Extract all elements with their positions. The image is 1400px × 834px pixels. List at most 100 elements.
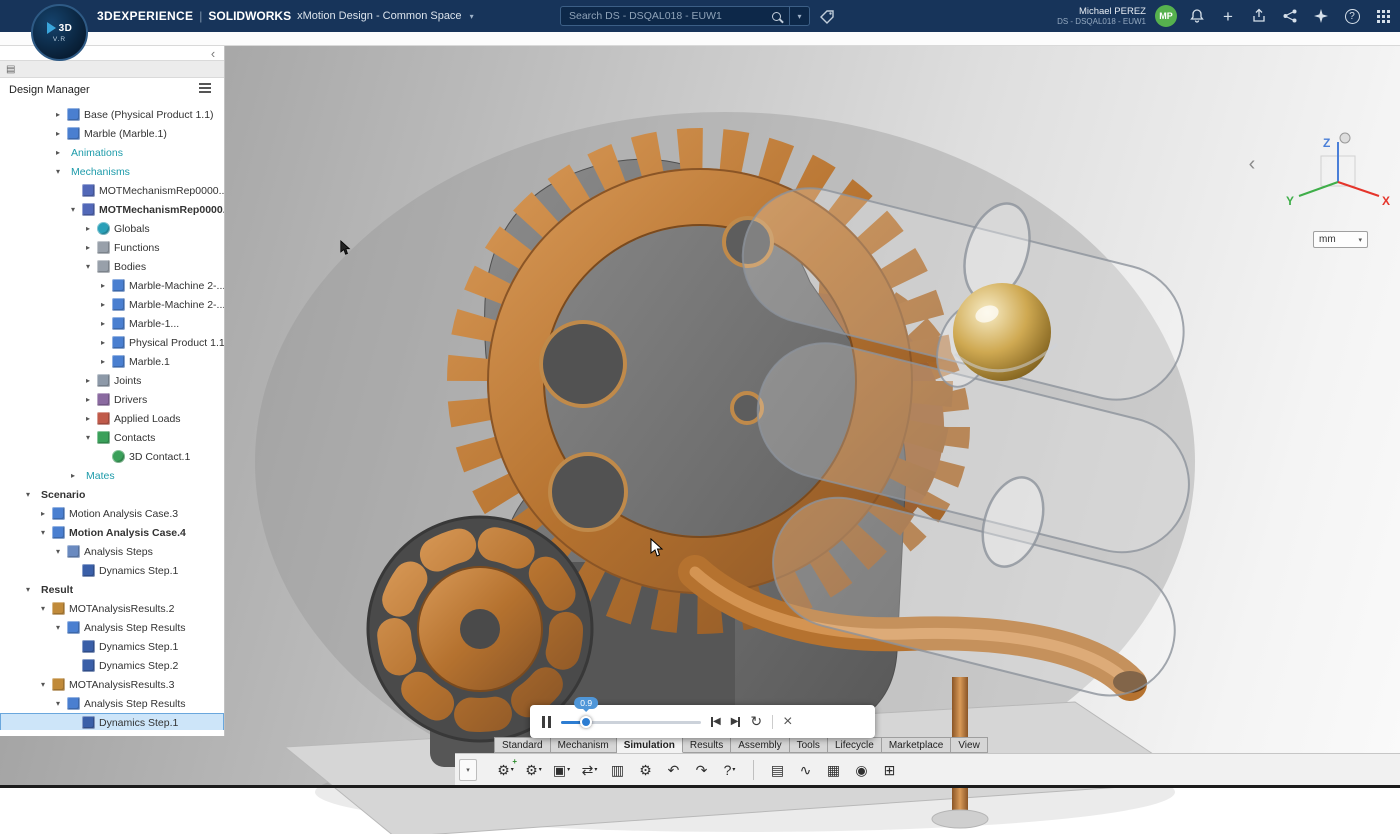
- tree-item[interactable]: Dynamics Step.1: [0, 713, 224, 730]
- tree-item[interactable]: ▾ Analysis Steps: [0, 542, 224, 561]
- app-options-button[interactable]: ⚙ ▾: [521, 757, 546, 783]
- expand-arrow[interactable]: ▾: [23, 490, 33, 499]
- tree-item[interactable]: ▸ Functions: [0, 238, 224, 257]
- expand-arrow[interactable]: ▸: [98, 319, 108, 328]
- tree-item[interactable]: 3D Contact.1: [0, 447, 224, 466]
- tag-icon[interactable]: [818, 8, 836, 24]
- tab-simulation[interactable]: Simulation: [617, 737, 683, 753]
- tree-item[interactable]: ▾ Result: [0, 580, 224, 599]
- tree-item[interactable]: Dynamics Step.2: [0, 656, 224, 675]
- expand-arrow[interactable]: ▸: [83, 414, 93, 423]
- chevron-down-icon[interactable]: ▾: [511, 766, 514, 773]
- search-options-caret[interactable]: ▾: [789, 7, 809, 25]
- expand-arrow[interactable]: ▸: [98, 357, 108, 366]
- schedule-button[interactable]: ⊞: [877, 757, 902, 783]
- plot-results-button[interactable]: ▤: [765, 757, 790, 783]
- expand-arrow[interactable]: ▾: [53, 623, 63, 632]
- tab-tools[interactable]: Tools: [790, 737, 828, 753]
- expand-arrow[interactable]: ▾: [53, 699, 63, 708]
- viewport-panel-collapse-button[interactable]: ‹: [1243, 152, 1261, 176]
- tree-item[interactable]: MOTMechanismRep0000...: [0, 181, 224, 200]
- slider-handle[interactable]: [580, 716, 592, 728]
- search-icon[interactable]: [772, 12, 781, 21]
- expand-arrow[interactable]: ▸: [98, 300, 108, 309]
- expand-arrow[interactable]: ▸: [83, 376, 93, 385]
- expand-arrow[interactable]: ▸: [98, 281, 108, 290]
- tree-item[interactable]: Dynamics Step.1: [0, 561, 224, 580]
- tree-item[interactable]: ▸ Animations: [0, 143, 224, 162]
- apps-grid-icon[interactable]: [1372, 5, 1394, 27]
- expand-arrow[interactable]: ▸: [83, 395, 93, 404]
- avatar[interactable]: MP: [1155, 5, 1177, 27]
- tree-item[interactable]: ▾ Scenario: [0, 485, 224, 504]
- tree-item[interactable]: ▸ Applied Loads: [0, 409, 224, 428]
- expand-arrow[interactable]: ▸: [38, 509, 48, 518]
- share-network-icon[interactable]: [1279, 5, 1301, 27]
- share-export-icon[interactable]: [1248, 5, 1270, 27]
- tree-item[interactable]: ▸ Joints: [0, 371, 224, 390]
- expand-arrow[interactable]: ▾: [83, 433, 93, 442]
- panel-collapse-button[interactable]: ‹: [206, 47, 220, 61]
- pause-button[interactable]: [542, 716, 551, 728]
- chevron-down-icon[interactable]: ▾: [732, 766, 735, 773]
- tab-marketplace[interactable]: Marketplace: [882, 737, 951, 753]
- triad-origin-knob[interactable]: [1340, 133, 1350, 143]
- tab-standard[interactable]: Standard: [494, 737, 551, 753]
- tree-item[interactable]: ▸ Marble-1...: [0, 314, 224, 333]
- time-slider[interactable]: 0.9: [561, 711, 701, 733]
- app-switcher[interactable]: 3DEXPERIENCE | SOLIDWORKS xMotion Design…: [97, 9, 474, 23]
- units-dropdown[interactable]: mm ▾: [1313, 231, 1368, 248]
- toolbar-expander-icon[interactable]: ▾: [459, 759, 477, 781]
- tree-item[interactable]: ▾ Contacts: [0, 428, 224, 447]
- expand-arrow[interactable]: ▸: [83, 224, 93, 233]
- settings-button[interactable]: ⚙: [633, 757, 658, 783]
- expand-arrow[interactable]: ▸: [83, 243, 93, 252]
- tree-item[interactable]: ▸ Drivers: [0, 390, 224, 409]
- close-playback-button[interactable]: ×: [783, 713, 792, 731]
- expand-arrow[interactable]: ▸: [98, 338, 108, 347]
- expand-arrow[interactable]: ▾: [38, 604, 48, 613]
- chart-results-button[interactable]: ∿: [793, 757, 818, 783]
- 3ds-compass-logo[interactable]: 3D V.R: [31, 4, 88, 61]
- probe-results-button[interactable]: ◉: [849, 757, 874, 783]
- add-content-icon[interactable]: +: [1217, 5, 1239, 27]
- tab-lifecycle[interactable]: Lifecycle: [828, 737, 882, 753]
- tab-view[interactable]: View: [951, 737, 988, 753]
- simulation-settings-button[interactable]: ⚙ ▾ +: [493, 757, 518, 783]
- tree-item[interactable]: ▾ Analysis Step Results: [0, 694, 224, 713]
- tree-item[interactable]: ▸ Marble.1: [0, 352, 224, 371]
- tree-item[interactable]: ▸ Globals: [0, 219, 224, 238]
- tree-item[interactable]: ▾ Bodies: [0, 257, 224, 276]
- tab-assembly[interactable]: Assembly: [731, 737, 789, 753]
- undo-button[interactable]: ↶: [661, 757, 686, 783]
- expand-arrow[interactable]: ▸: [53, 129, 63, 138]
- search-input[interactable]: [561, 10, 772, 22]
- help-icon[interactable]: ?: [1341, 5, 1363, 27]
- expand-arrow[interactable]: ▾: [38, 528, 48, 537]
- tree-item[interactable]: ▾ MOTAnalysisResults.2: [0, 599, 224, 618]
- tree-item[interactable]: Dynamics Step.1: [0, 637, 224, 656]
- table-results-button[interactable]: ▦: [821, 757, 846, 783]
- tree-item[interactable]: ▸ Mates: [0, 466, 224, 485]
- expand-arrow[interactable]: ▸: [68, 471, 78, 480]
- tree-item[interactable]: ▾ Analysis Step Results: [0, 618, 224, 637]
- chevron-down-icon[interactable]: ▾: [594, 766, 597, 773]
- tree-item[interactable]: ▸ Marble (Marble.1): [0, 124, 224, 143]
- expand-arrow[interactable]: ▾: [53, 167, 63, 176]
- expand-arrow[interactable]: ▾: [83, 262, 93, 271]
- tree-item[interactable]: ▸ Marble-Machine 2-...: [0, 295, 224, 314]
- help-button[interactable]: ? ▾: [717, 757, 742, 783]
- tree-item[interactable]: ▸ Marble-Machine 2-...: [0, 276, 224, 295]
- axis-triad[interactable]: Z Y X: [1283, 130, 1395, 210]
- tree-item[interactable]: ▾ Mechanisms: [0, 162, 224, 181]
- expand-arrow[interactable]: ▾: [68, 205, 78, 214]
- panel-menu-icon[interactable]: [199, 83, 215, 97]
- tree-item[interactable]: ▾ Motion Analysis Case.4: [0, 523, 224, 542]
- tab-mechanism[interactable]: Mechanism: [551, 737, 617, 753]
- redo-button[interactable]: ↷: [689, 757, 714, 783]
- clipboard-button[interactable]: ▥: [605, 757, 630, 783]
- expand-arrow[interactable]: ▾: [53, 547, 63, 556]
- tab-results[interactable]: Results: [683, 737, 731, 753]
- step-back-button[interactable]: ◀: [711, 717, 721, 727]
- expand-arrow[interactable]: ▸: [53, 110, 63, 119]
